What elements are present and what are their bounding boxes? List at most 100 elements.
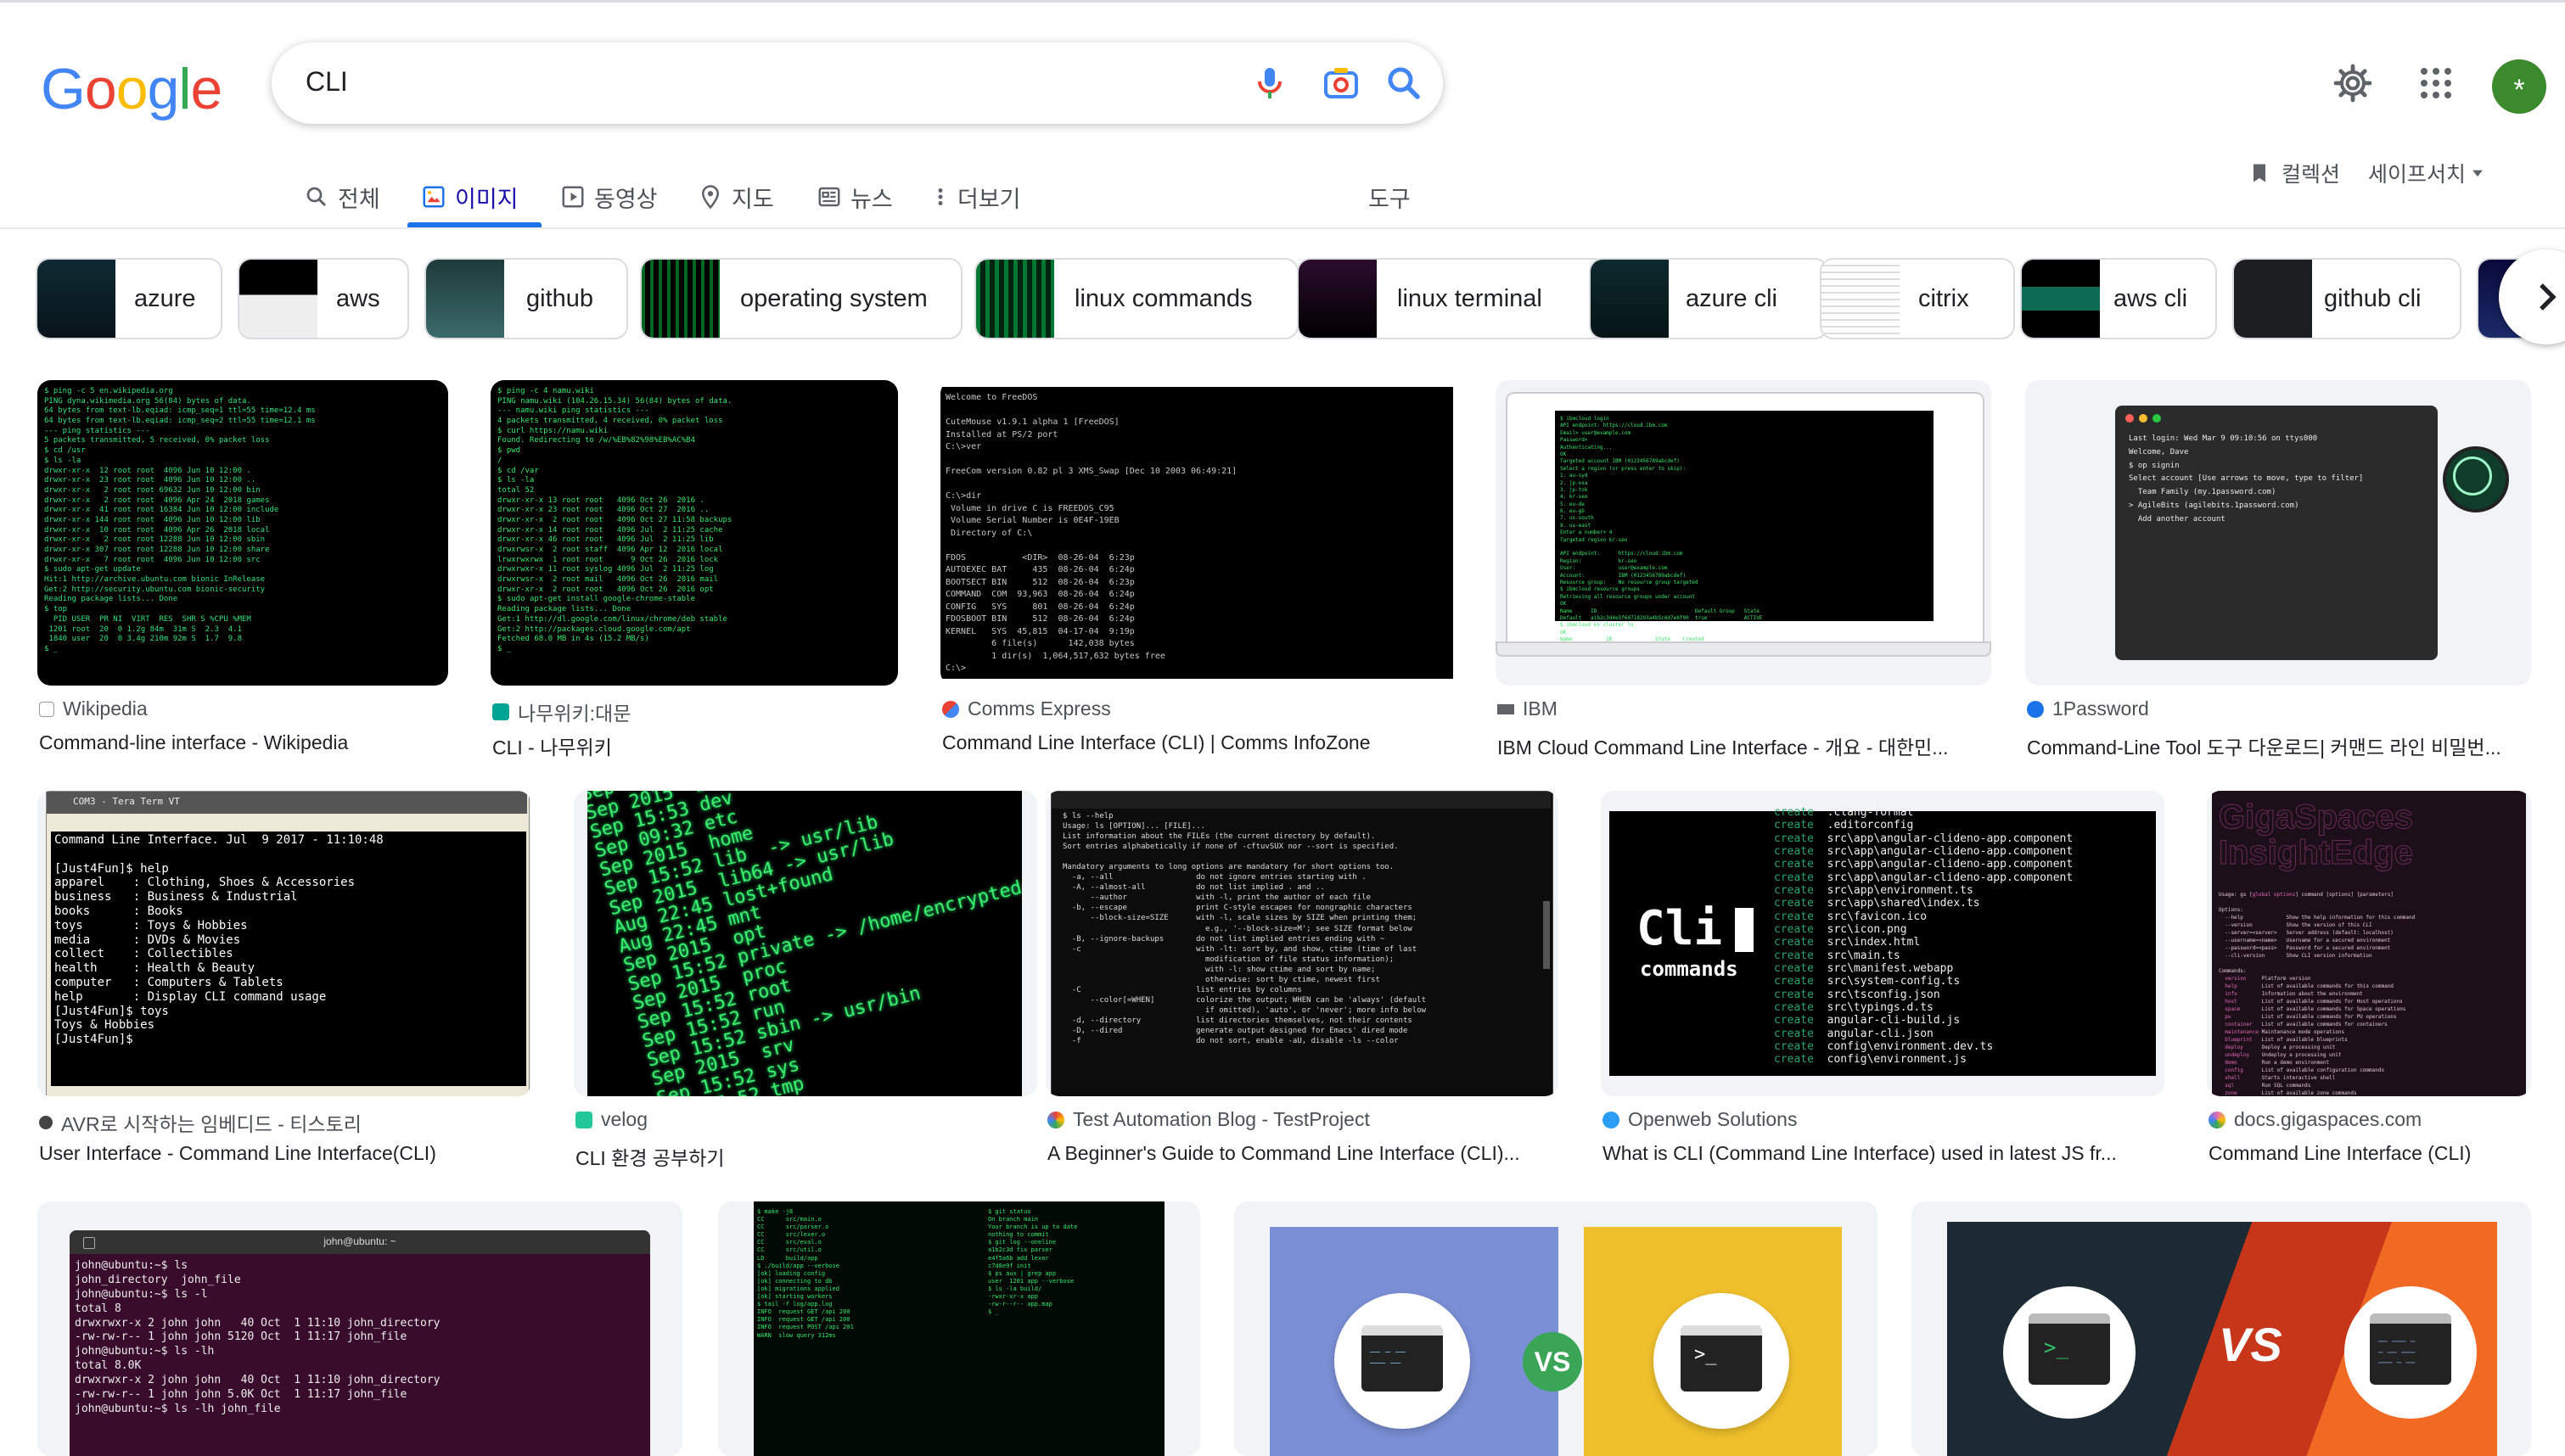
result-image[interactable]: Welcome to FreeDOS CuteMouse v1.9.1 alph… (940, 380, 1458, 686)
image-result[interactable]: GigaSpaces InsightEdge Usage: gs [global … (2207, 791, 2531, 1169)
related-chip[interactable]: aws cli (2020, 258, 2217, 339)
result-image[interactable]: $ ls --help Usage: ls [OPTION]... [FILE]… (1046, 791, 1558, 1096)
tools-label: 도구 (1368, 186, 1411, 212)
result-source: 나무위키:대문 (492, 697, 631, 726)
result-title[interactable]: A Beginner's Guide to Command Line Inter… (1047, 1142, 1560, 1165)
caret-down-icon (2472, 170, 2483, 177)
tab-maps[interactable]: 지도 (698, 166, 774, 227)
result-title[interactable]: User Interface - Command Line Interface(… (39, 1142, 533, 1165)
chip-label: linux terminal (1397, 285, 1542, 312)
result-image[interactable]: >_ VS ── ─── ─ ─ ── ─── ─── ─ ── (1911, 1201, 2531, 1456)
apps-grid-icon[interactable] (2416, 63, 2456, 104)
result-title[interactable]: What is CLI (Command Line Interface) use… (1602, 1142, 2166, 1165)
image-result[interactable]: john@ubuntu: ~ john@ubuntu:~$ ls john_di… (37, 1201, 682, 1456)
image-result[interactable]: Last login: Wed Mar 9 09:10:56 on ttys00… (2025, 380, 2531, 759)
chip-label: github (526, 285, 594, 312)
chip-label: aws cli (2113, 285, 2188, 312)
openweb-favicon-icon (1602, 1111, 1619, 1128)
result-source: velog (575, 1108, 648, 1131)
tab-all[interactable]: 전체 (304, 166, 380, 227)
tistory-favicon-icon (39, 1116, 53, 1129)
result-image[interactable]: GigaSpaces InsightEdge Usage: gs [global … (2207, 791, 2531, 1096)
image-result[interactable]: Welcome to FreeDOS CuteMouse v1.9.1 alph… (940, 380, 1458, 759)
result-title[interactable]: Command Line Interface (CLI) | Comms Inf… (942, 731, 1460, 754)
result-title[interactable]: IBM Cloud Command Line Interface - 개요 - … (1497, 731, 1993, 760)
related-chip[interactable]: citrix (1820, 258, 2015, 339)
result-image[interactable]: $ make -j8 CC src/main.o CC src/parser.o… (718, 1201, 1200, 1456)
avr-window-title: COM3 - Tera Term VT (73, 796, 180, 807)
result-source: Openweb Solutions (1602, 1108, 1797, 1131)
image-result[interactable]: Cli commands create .clang-format create… (1601, 791, 2164, 1169)
result-title[interactable]: CLI - 나무위키 (492, 731, 900, 760)
image-result[interactable]: $ ping -c 4 namu.wiki PING namu.wiki (10… (491, 380, 898, 759)
wikipedia-favicon-icon (39, 701, 54, 717)
tools-button[interactable]: 도구 (1368, 166, 1411, 227)
result-image[interactable]: Cli commands create .clang-format create… (1601, 791, 2164, 1096)
image-result[interactable]: COM3 - Tera Term VT Command Line Interfa… (37, 791, 531, 1169)
ubuntu-window-title: john@ubuntu: ~ (323, 1235, 396, 1247)
gear-icon[interactable] (2332, 63, 2373, 104)
search-input[interactable]: CLI (306, 66, 348, 98)
logo-letter: o (84, 57, 117, 121)
related-chip[interactable]: linux terminal (1297, 258, 1608, 339)
collections-button[interactable]: 컬렉션 (2248, 158, 2340, 188)
image-result[interactable]: $ ping -c 5 en.wikipedia.org PING dyna.w… (37, 380, 448, 759)
result-title[interactable]: CLI 환경 공부하기 (575, 1142, 1039, 1171)
result-image[interactable]: $ ping -c 4 namu.wiki PING namu.wiki (10… (491, 380, 898, 686)
result-source: IBM (1497, 697, 1558, 720)
result-image[interactable]: Sep 2015 bin -> usr/bin Sep 2015 boot Se… (574, 791, 1037, 1096)
search-icon (306, 187, 327, 207)
logo-letter: G (41, 57, 86, 121)
image-result[interactable]: Sep 2015 bin -> usr/bin Sep 2015 boot Se… (574, 791, 1037, 1169)
result-image[interactable]: $ ping -c 5 en.wikipedia.org PING dyna.w… (37, 380, 448, 686)
image-icon (423, 186, 445, 208)
mic-icon[interactable] (1249, 63, 1290, 104)
google-logo[interactable]: Google (41, 56, 222, 122)
tab-more[interactable]: 더보기 (932, 166, 1021, 227)
tab-images[interactable]: 이미지 (421, 166, 519, 227)
image-result[interactable]: >_ VS ── ─── ─ ─ ── ─── ─── ─ ── (1911, 1201, 2531, 1456)
search-box[interactable]: CLI (272, 42, 1443, 124)
result-image[interactable]: john@ubuntu: ~ john@ubuntu:~$ ls john_di… (37, 1201, 682, 1456)
result-image[interactable]: ── ─ ── ─── ── VS >_ (1234, 1201, 1877, 1456)
image-result[interactable]: ── ─ ── ─── ── VS >_ (1234, 1201, 1877, 1456)
result-source: Wikipedia (39, 697, 148, 720)
image-result[interactable]: $ ibmcloud login API endpoint: https://c… (1496, 380, 1991, 759)
result-image[interactable]: Last login: Wed Mar 9 09:10:56 on ttys00… (2025, 380, 2531, 686)
collections-label: 컬렉션 (2282, 163, 2341, 187)
related-chip[interactable]: linux commands (974, 258, 1299, 339)
prompt-glyph: >_ (2044, 1336, 2068, 1359)
related-chip[interactable]: github cli (2232, 258, 2461, 339)
related-chip[interactable]: github (424, 258, 628, 339)
chip-thumbnail (642, 260, 720, 338)
image-result[interactable]: $ make -j8 CC src/main.o CC src/parser.o… (718, 1201, 1200, 1456)
tab-label: 더보기 (957, 186, 1021, 212)
tab-videos[interactable]: 동영상 (560, 166, 658, 227)
related-chip[interactable]: operating system (640, 258, 963, 339)
related-chip[interactable]: azure (36, 258, 222, 339)
image-result[interactable]: $ ls --help Usage: ls [OPTION]... [FILE]… (1046, 791, 1558, 1169)
avatar[interactable]: * (2492, 59, 2546, 114)
related-chip[interactable]: azure cli (1589, 258, 1828, 339)
logo-letter: g (147, 57, 180, 121)
safesearch-button[interactable]: 세이프서치 (2368, 158, 2486, 188)
chip-label: azure (134, 285, 196, 312)
result-image[interactable]: COM3 - Tera Term VT Command Line Interfa… (37, 791, 531, 1096)
search-icon[interactable] (1384, 63, 1424, 104)
chip-thumbnail (426, 260, 504, 338)
result-image[interactable]: $ ibmcloud login API endpoint: https://c… (1496, 380, 1991, 686)
related-chip[interactable]: aws (238, 258, 409, 339)
tab-label: 동영상 (594, 186, 658, 212)
result-title[interactable]: Command Line Interface (CLI) (2209, 1142, 2533, 1165)
result-source: docs.gigaspaces.com (2209, 1108, 2422, 1131)
chip-thumbnail (976, 260, 1054, 338)
result-title[interactable]: Command-Line Tool 도구 다운로드| 커맨드 라인 비밀번... (2027, 731, 2533, 760)
tab-news[interactable]: 뉴스 (817, 166, 893, 227)
chip-label: operating system (740, 285, 928, 312)
vs-badge: VS (1523, 1332, 1582, 1392)
tab-label: 전체 (338, 186, 380, 212)
related-searches: azure aws github operating system linux … (36, 258, 2565, 339)
camera-icon[interactable] (1321, 63, 1361, 104)
result-title[interactable]: Command-line interface - Wikipedia (39, 731, 450, 754)
chip-label: github cli (2324, 285, 2422, 312)
